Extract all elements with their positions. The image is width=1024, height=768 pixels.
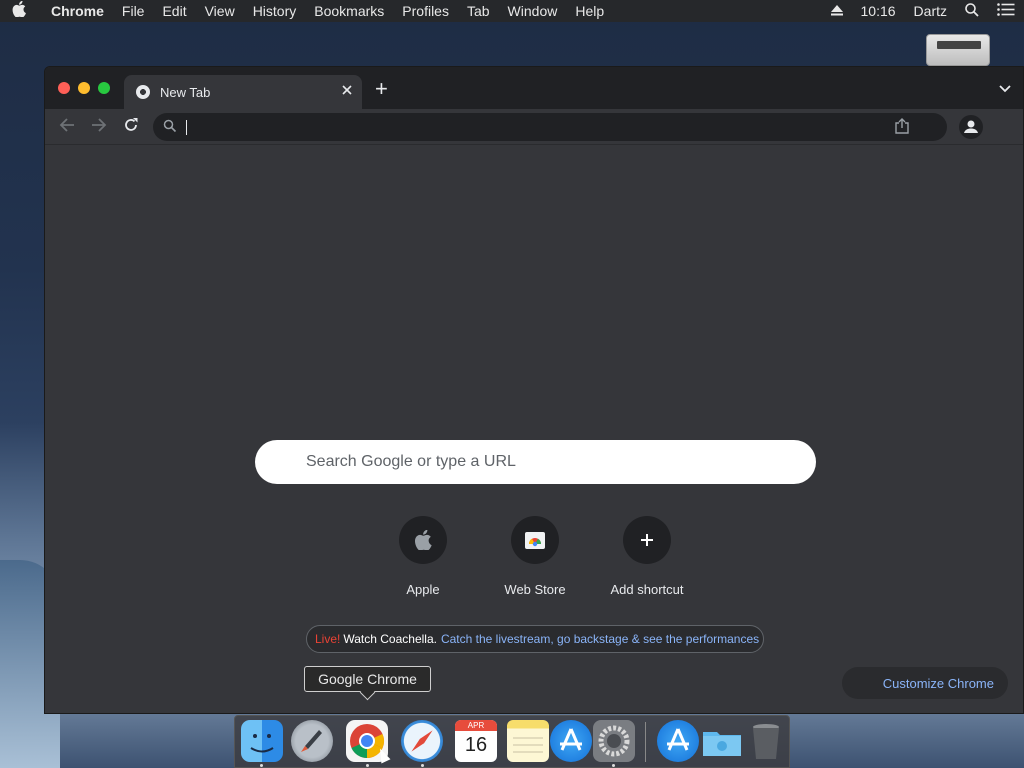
apple-logo-icon xyxy=(399,516,447,564)
running-indicator xyxy=(612,764,615,767)
clock[interactable]: 10:16 xyxy=(852,3,905,19)
calendar-month: APR xyxy=(455,720,497,731)
menu-file[interactable]: File xyxy=(113,3,154,19)
eject-icon[interactable] xyxy=(822,3,852,19)
customize-chrome-label: Customize Chrome xyxy=(882,675,994,691)
shortcut-label: Apple xyxy=(406,582,440,597)
user-menu[interactable]: Dartz xyxy=(905,3,956,19)
new-tab-button[interactable]: + xyxy=(375,78,388,100)
calendar-icon[interactable]: APR 16 xyxy=(455,720,497,762)
close-window-button[interactable] xyxy=(58,82,70,94)
share-icon[interactable] xyxy=(895,118,909,139)
finder-icon[interactable] xyxy=(241,720,283,762)
apple-menu-icon[interactable] xyxy=(12,0,42,21)
reload-icon[interactable] xyxy=(123,117,139,136)
promo-live: Live! xyxy=(315,632,341,646)
shortcut-apple[interactable]: Apple xyxy=(367,516,479,597)
web-store-icon xyxy=(511,516,559,564)
promo-watch: Watch Coachella. xyxy=(343,632,437,646)
search-icon xyxy=(163,119,177,133)
hard-drive-icon[interactable] xyxy=(926,34,990,66)
running-indicator xyxy=(260,764,263,767)
menu-bar: Chrome File Edit View History Bookmarks … xyxy=(0,0,1024,22)
trash-icon[interactable] xyxy=(745,720,787,762)
tab-new-tab[interactable]: New Tab xyxy=(124,75,362,109)
dock-tooltip-text: Google Chrome xyxy=(318,671,417,687)
customize-chrome-button[interactable]: Customize Chrome xyxy=(842,667,1008,699)
browser-toolbar xyxy=(45,109,1023,145)
menu-tab[interactable]: Tab xyxy=(458,3,499,19)
app-store-icon[interactable] xyxy=(550,720,592,762)
shortcut-label: Add shortcut xyxy=(610,582,684,597)
tab-strip: New Tab + xyxy=(45,67,1023,109)
applications-folder-icon[interactable] xyxy=(657,720,699,762)
ntp-search-placeholder: Search Google or type a URL xyxy=(306,453,516,470)
plus-icon xyxy=(623,516,671,564)
close-tab-icon[interactable] xyxy=(342,82,352,100)
zoom-window-button[interactable] xyxy=(98,82,110,94)
drive-slot xyxy=(937,41,981,49)
safari-icon[interactable] xyxy=(401,720,443,762)
promo-link[interactable]: Catch the livestream, go backstage & see… xyxy=(441,632,759,646)
notes-icon[interactable] xyxy=(507,720,549,762)
shortcut-label: Web Store xyxy=(504,582,566,597)
chrome-icon xyxy=(136,85,150,99)
running-indicator xyxy=(366,764,369,767)
menu-bookmarks[interactable]: Bookmarks xyxy=(305,3,393,19)
system-preferences-icon[interactable] xyxy=(593,720,635,762)
forward-arrow-icon[interactable] xyxy=(91,117,107,136)
chrome-window: New Tab + Search Google or type a URL Ap… xyxy=(44,66,1024,714)
calendar-day: 16 xyxy=(464,734,488,756)
minimize-window-button[interactable] xyxy=(78,82,90,94)
dock: APR 16 xyxy=(234,715,790,768)
menu-window[interactable]: Window xyxy=(499,3,567,19)
back-arrow-icon[interactable] xyxy=(59,117,75,136)
running-indicator xyxy=(421,764,424,767)
ntp-search-box[interactable]: Search Google or type a URL xyxy=(255,440,816,484)
traffic-lights xyxy=(58,82,110,94)
tab-search-icon[interactable] xyxy=(999,80,1011,96)
notification-center-icon[interactable] xyxy=(988,3,1024,19)
spotlight-icon[interactable] xyxy=(956,2,988,20)
menu-edit[interactable]: Edit xyxy=(153,3,195,19)
menu-profiles[interactable]: Profiles xyxy=(393,3,458,19)
downloads-folder-icon[interactable] xyxy=(701,720,743,762)
shortcut-web-store[interactable]: Web Store xyxy=(479,516,591,597)
dock-separator xyxy=(645,722,646,762)
omnibox-caret xyxy=(186,120,187,135)
shortcut-add[interactable]: Add shortcut xyxy=(591,516,703,597)
menu-app-name[interactable]: Chrome xyxy=(42,3,113,19)
launchpad-icon[interactable] xyxy=(291,720,333,762)
dock-tooltip: Google Chrome xyxy=(304,666,431,692)
tab-title: New Tab xyxy=(160,84,211,100)
menu-help[interactable]: Help xyxy=(566,3,613,19)
menu-view[interactable]: View xyxy=(196,3,244,19)
profile-avatar-icon[interactable] xyxy=(959,115,983,139)
ntp-promo[interactable]: Live! Watch Coachella. Catch the livestr… xyxy=(306,625,764,653)
menu-history[interactable]: History xyxy=(244,3,306,19)
omnibox[interactable] xyxy=(153,113,947,141)
